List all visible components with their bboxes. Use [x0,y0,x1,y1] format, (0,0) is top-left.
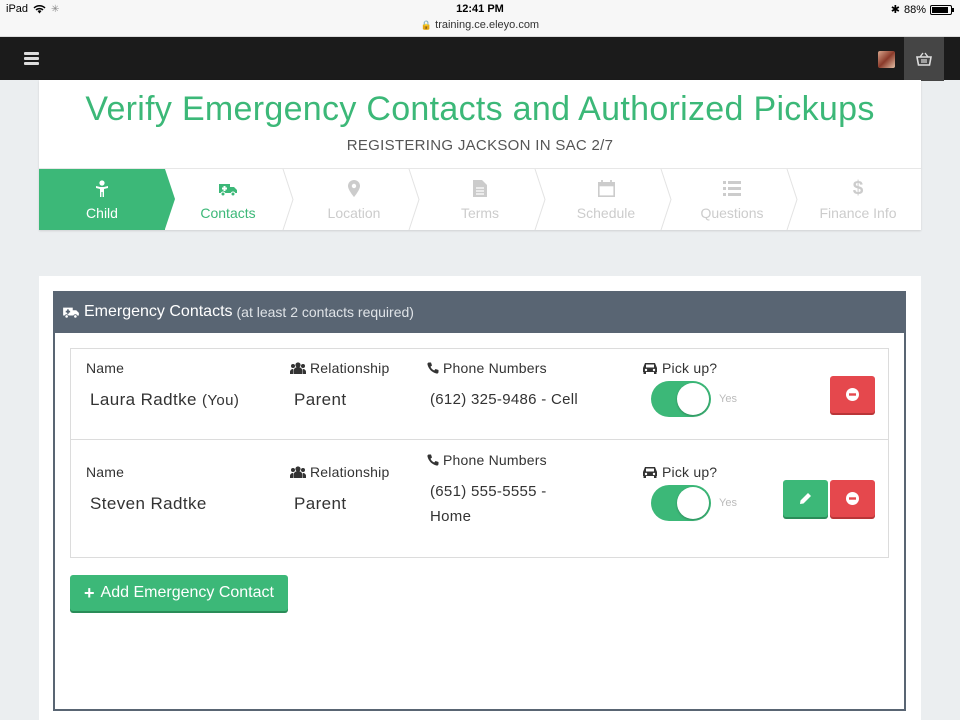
step-questions[interactable]: Questions [669,169,798,230]
contact-name: Laura Radtke (You) [90,390,240,409]
step-label: Questions [700,204,764,221]
panel-note: (at least 2 contacts required) [236,304,414,320]
contact-name: Steven Radtke [90,494,207,513]
panel-title: Emergency Contacts [84,303,233,320]
child-icon [95,179,109,199]
toggle-state-text: Yes [719,497,737,509]
contact-phone: (612) 325-9486 - Cell [430,391,579,408]
avatar[interactable] [878,51,895,68]
remove-contact-button[interactable] [830,480,875,517]
url-text: training.ce.eleyo.com [435,19,540,31]
car-icon [643,467,657,478]
remove-contact-button[interactable] [830,376,875,413]
name-label: Name [86,360,125,376]
pickup-label: Pick up? [642,464,717,480]
users-icon [290,466,306,478]
panel-header: Emergency Contacts (at least 2 contacts … [53,291,906,333]
edit-contact-button[interactable] [783,480,828,517]
phone-line-2: Home [430,508,472,525]
pencil-icon [800,493,811,504]
relationship-label: Relationship [290,464,389,480]
header-card: Verify Emergency Contacts and Authorized… [39,80,921,230]
add-button-label: Add Emergency Contact [100,584,274,601]
page-subtitle: REGISTERING JACKSON IN SAC 2/7 [346,137,614,154]
step-label: Location [327,204,381,221]
calendar-icon [597,179,615,199]
ios-status-bar: iPad ✳ 12:41 PM 🔒 training.ce.eleyo.com … [0,0,960,37]
contact-phone: (651) 555-5555 - Home [430,479,547,529]
battery-icon [930,4,954,15]
address-bar[interactable]: 🔒 training.ce.eleyo.com [0,19,960,31]
contact-row: Name Laura Radtke (You) Relationship Par… [71,349,888,440]
plus-icon: + [84,583,95,603]
step-label: Terms [460,204,500,221]
contact-row: Name Steven Radtke Relationship Parent P… [71,441,888,557]
relationship-label: Relationship [290,360,389,376]
step-terms[interactable]: Terms [417,169,546,230]
contact-relationship: Parent [294,390,347,409]
content-card: Emergency Contacts (at least 2 contacts … [39,276,921,720]
map-marker-icon [348,179,360,199]
toggle-knob [677,487,709,519]
hamburger-icon[interactable] [24,52,39,65]
emergency-contacts-panel: Emergency Contacts (at least 2 contacts … [53,291,906,711]
pickup-toggle[interactable] [651,485,711,521]
status-right: ✱ 88% [890,3,954,16]
car-icon [643,363,657,374]
add-emergency-contact-button[interactable]: + Add Emergency Contact [70,575,288,611]
list-icon [723,179,741,199]
step-label: Finance Info [819,204,897,221]
top-navbar [0,37,960,80]
step-label: Child [86,204,118,221]
toggle-state-text: Yes [719,393,737,405]
status-time: 12:41 PM [456,3,504,15]
name-label: Name [86,464,125,480]
step-contacts[interactable]: Contacts [165,169,294,230]
phone-line-1: (651) 555-5555 - [430,483,547,500]
pickup-toggle[interactable] [651,381,711,417]
step-finance-info[interactable]: $ Finance Info [795,169,921,230]
phone-icon [427,362,439,374]
basket-button[interactable] [904,37,944,81]
phone-label: Phone Numbers [427,452,547,468]
users-icon [290,362,306,374]
step-child[interactable]: Child [39,169,175,230]
step-location[interactable]: Location [291,169,420,230]
step-progress: Child Contacts Location Terms Schedule Q… [39,168,921,230]
file-icon [473,179,487,199]
dollar-icon: $ [852,177,864,199]
lock-icon: 🔒 [420,20,433,30]
step-label: Schedule [576,204,636,221]
toggle-knob [677,383,709,415]
contact-relationship: Parent [294,494,347,513]
page-title: Verify Emergency Contacts and Authorized… [85,90,875,128]
step-schedule[interactable]: Schedule [543,169,672,230]
pickup-label: Pick up? [642,360,717,376]
basket-icon [916,52,932,66]
ambulance-icon [218,179,238,199]
step-label: Contacts [200,204,256,221]
you-marker: (You) [202,392,240,409]
bluetooth-icon: ✱ [890,4,900,16]
phone-label: Phone Numbers [427,360,547,376]
minus-circle-icon [846,492,859,505]
minus-circle-icon [846,388,859,401]
ambulance-icon [62,305,80,319]
phone-icon [427,454,439,466]
battery-percent: 88% [903,3,926,16]
contacts-list: Name Laura Radtke (You) Relationship Par… [70,348,889,558]
